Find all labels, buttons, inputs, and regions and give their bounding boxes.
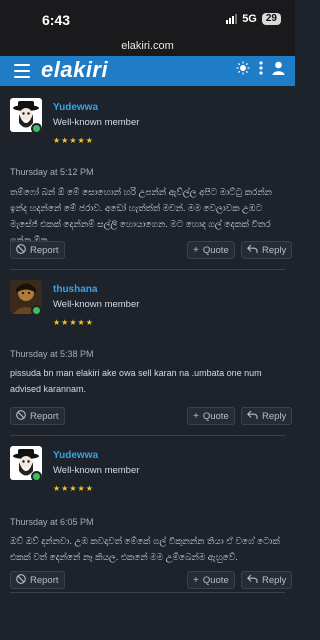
post-body: තම්ෆෝ බන් ඕ මේ සොහොන් හරි උපන්න් ඇව්ල්ල … [10, 187, 272, 245]
post: Yudewwa Well-known member ★★★★★ Thursday… [0, 86, 295, 266]
report-button[interactable]: Report [10, 241, 65, 259]
post: thushana Well-known member ★★★★★ Thursda… [0, 272, 295, 428]
reply-button[interactable]: Reply [241, 241, 293, 259]
post-divider [10, 435, 285, 436]
status-time: 6:43 [42, 12, 71, 28]
reply-label: Reply [262, 574, 287, 586]
theme-icon[interactable] [236, 61, 250, 80]
quote-label: Quote [202, 574, 229, 586]
plus-icon: + [193, 574, 199, 586]
menu-icon[interactable] [14, 64, 30, 78]
quote-button[interactable]: + Quote [187, 407, 235, 425]
post-date[interactable]: Thursday at 6:05 PM [10, 517, 94, 527]
plus-icon: + [193, 244, 199, 256]
user-title: Well-known member [53, 465, 140, 476]
post-divider [10, 269, 285, 270]
online-status-icon [31, 305, 42, 316]
rating-stars-icon: ★★★★★ [53, 484, 94, 493]
thread-content: Yudewwa Well-known member ★★★★★ Thursday… [0, 86, 295, 640]
reply-icon [247, 410, 258, 423]
report-button[interactable]: Report [10, 407, 65, 425]
status-indicators: 5G 29 [226, 13, 281, 25]
report-icon [16, 409, 26, 423]
reply-button[interactable]: Reply [241, 407, 293, 425]
report-icon [16, 243, 26, 257]
username[interactable]: Yudewwa [53, 450, 98, 461]
username[interactable]: thushana [53, 284, 97, 295]
rating-stars-icon: ★★★★★ [53, 136, 94, 145]
report-icon [16, 573, 26, 587]
address-bar[interactable]: elakiri.com [0, 36, 295, 56]
rating-stars-icon: ★★★★★ [53, 318, 94, 327]
post: Yudewwa Well-known member ★★★★★ Thursday… [0, 438, 295, 638]
quote-label: Quote [202, 244, 229, 256]
report-label: Report [30, 244, 59, 256]
report-label: Report [30, 574, 59, 586]
quote-label: Quote [202, 410, 229, 422]
user-title: Well-known member [53, 299, 140, 310]
quote-button[interactable]: + Quote [187, 571, 235, 589]
online-status-icon [31, 471, 42, 482]
user-icon[interactable] [272, 61, 285, 80]
plus-icon: + [193, 410, 199, 422]
signal-icon [226, 14, 238, 24]
reply-label: Reply [262, 244, 287, 256]
status-bar: 6:43 5G 29 [0, 0, 295, 36]
post-body: ඔව් ඔව් දන්නවා. උඹ කවදාවත් මේකේ ගල් විකු… [10, 536, 280, 562]
username[interactable]: Yudewwa [53, 102, 98, 113]
reply-icon [247, 244, 258, 257]
report-label: Report [30, 410, 59, 422]
battery-icon: 29 [261, 13, 281, 25]
post-divider [10, 592, 285, 593]
reply-label: Reply [262, 410, 287, 422]
user-title: Well-known member [53, 117, 140, 128]
post-date[interactable]: Thursday at 5:38 PM [10, 349, 94, 359]
post-body: pissuda bn man elakiri ake owa sell kara… [10, 368, 262, 394]
site-logo[interactable]: elakiri [41, 57, 108, 83]
online-status-icon [31, 123, 42, 134]
more-vertical-icon[interactable] [259, 61, 263, 80]
report-button[interactable]: Report [10, 571, 65, 589]
post-date[interactable]: Thursday at 5:12 PM [10, 167, 94, 177]
reply-button[interactable]: Reply [241, 571, 293, 589]
network-label: 5G [242, 13, 257, 25]
site-header: elakiri [0, 56, 295, 86]
quote-button[interactable]: + Quote [187, 241, 235, 259]
reply-icon [247, 574, 258, 587]
